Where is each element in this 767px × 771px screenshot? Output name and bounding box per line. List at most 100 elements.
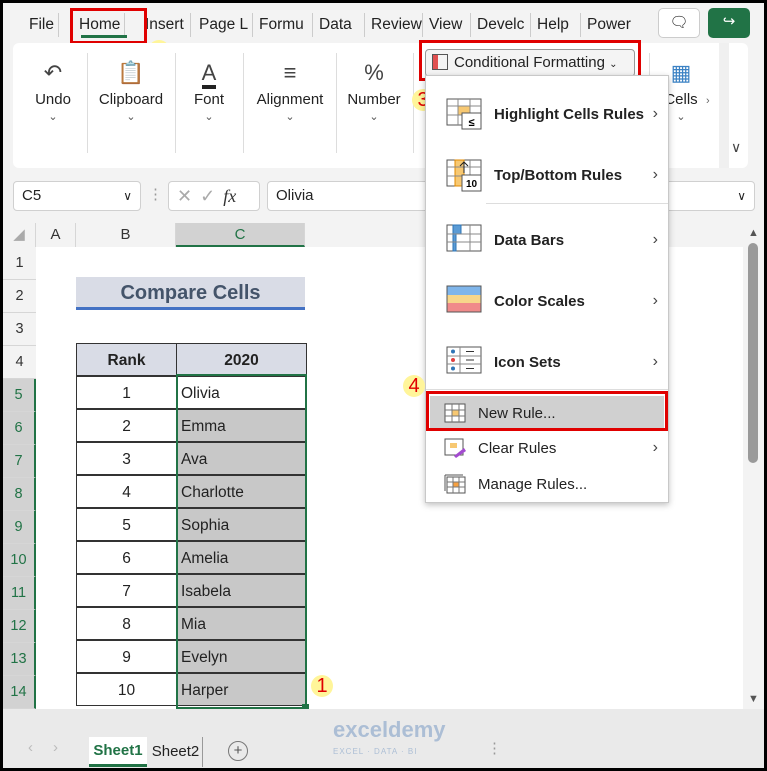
menu-label: Highlight Cells Rules [494,105,645,123]
scrollbar-thumb[interactable] [748,243,758,463]
row-header[interactable]: 2 [3,280,36,313]
menu-item-top-bottom-rules[interactable]: 10 Top/Bottom Rules › [426,155,668,195]
comment-icon: 🗨 [669,14,689,31]
undo-icon: ↶ [43,60,63,85]
formula-value: Olivia [276,187,314,204]
svg-text:≤: ≤ [468,117,474,129]
icon-sets-icon [446,346,482,374]
rank-cell[interactable]: 6 [76,541,177,574]
top-bottom-icon: 10 [446,159,482,192]
expand-formula-icon[interactable]: ∨ [737,182,746,210]
menu-label: Color Scales [494,292,585,310]
menu-item-highlight-cells-rules[interactable]: ≤ Highlight Cells Rules › [426,94,668,134]
ribbon-scroll-right-icon[interactable]: › [706,95,710,107]
tab-file[interactable]: File [25,13,59,37]
sheet-tab-sheet2[interactable]: Sheet2 [149,737,203,767]
undo-label: Undo [35,91,71,108]
exceldemy-watermark: exceldemy EXCEL · DATA · BI [333,717,446,757]
prev-sheet-icon[interactable]: ‹ [28,739,33,756]
tab-data[interactable]: Data [315,13,365,37]
row-header[interactable]: 13 [3,643,36,676]
row-header[interactable]: 14 [3,676,36,709]
alignment-button[interactable]: ≡ Alignment ⌄ [249,55,331,123]
sheet-tab-sheet1[interactable]: Sheet1 [89,737,147,767]
rank-cell[interactable]: 10 [76,673,177,706]
insert-function-icon[interactable]: fx [223,186,236,206]
sheet-title: Compare Cells [76,277,305,310]
add-sheet-button[interactable]: + [228,741,248,761]
rank-cell[interactable]: 1 [76,376,177,409]
row-header[interactable]: 10 [3,544,36,577]
tab-developer[interactable]: Develc [473,13,531,37]
next-sheet-icon[interactable]: › [53,739,58,756]
name-box-value: C5 [22,187,42,204]
sheet-tab-bar: ‹ › Sheet1 Sheet2 exceldemy EXCEL · DATA … [3,709,764,768]
header-cell-rank[interactable]: Rank [76,343,177,376]
color-scales-icon [446,285,482,313]
rank-cell[interactable]: 3 [76,442,177,475]
conditional-formatting-menu: ≤ Highlight Cells Rules › 10 Top/Bottom Rul… [425,75,669,503]
cancel-icon[interactable]: ✕ [177,186,200,206]
data-bars-icon [446,224,482,252]
menu-label: Icon Sets [494,353,561,371]
number-label: Number [347,91,401,108]
step-4-badge: 4 [403,375,425,397]
name-box[interactable]: C5 ∨ [13,181,141,211]
align-icon: ≡ [283,60,297,85]
font-button[interactable]: A Font ⌄ [179,55,239,123]
rank-cell[interactable]: 2 [76,409,177,442]
vertical-scrollbar[interactable]: ▲ ▼ [743,225,764,709]
clipboard-button[interactable]: 📋 Clipboard ⌄ [91,55,171,123]
rank-cell[interactable]: 9 [76,640,177,673]
tab-formulas[interactable]: Formu [255,13,313,37]
row-header[interactable]: 3 [3,313,36,346]
row-header[interactable]: 5 [3,379,36,412]
menu-label: Manage Rules... [478,475,588,493]
rank-cell[interactable]: 8 [76,607,177,640]
tab-page-layout[interactable]: Page L [195,13,253,37]
tab-review[interactable]: Review [367,13,423,37]
column-header-b[interactable]: B [76,223,176,247]
column-header-a[interactable]: A [36,223,76,247]
row-header[interactable]: 11 [3,577,36,610]
scroll-down-icon[interactable]: ▼ [748,693,759,705]
tab-insert[interactable]: Insert [141,13,191,37]
rank-cell[interactable]: 4 [76,475,177,508]
undo-button[interactable]: ↶ Undo ⌄ [23,55,83,123]
tab-power[interactable]: Power [583,13,643,37]
comments-button[interactable]: 🗨 [658,8,700,38]
enter-icon[interactable]: ✓ [200,186,223,206]
row-header[interactable]: 7 [3,445,36,478]
menu-item-color-scales[interactable]: Color Scales › [426,281,668,321]
menu-item-data-bars[interactable]: Data Bars › [426,220,668,260]
rank-cell[interactable]: 7 [76,574,177,607]
row-header[interactable]: 8 [3,478,36,511]
row-header[interactable]: 6 [3,412,36,445]
excel-window: File Home Insert Page L Formu Data Revie… [3,3,764,768]
more-options-icon[interactable]: ⋮ [487,739,502,757]
menu-item-icon-sets[interactable]: Icon Sets › [426,342,668,382]
percent-icon: % [364,60,384,85]
clipboard-icon: 📋 [117,60,145,85]
clipboard-label: Clipboard [98,91,164,108]
share-button[interactable]: ↪ [708,8,750,38]
menu-item-clear-rules[interactable]: Clear Rules › [426,430,668,466]
ribbon-divider [719,43,729,168]
row-header[interactable]: 1 [3,247,36,280]
tab-help[interactable]: Help [533,13,581,37]
row-header[interactable]: 4 [3,346,36,379]
row-header[interactable]: 9 [3,511,36,544]
select-all-button[interactable]: ◢ [3,223,36,247]
scroll-up-icon[interactable]: ▲ [748,227,759,239]
tab-view[interactable]: View [425,13,471,37]
menu-item-manage-rules[interactable]: Manage Rules... [426,466,668,502]
header-cell-2020[interactable]: 2020 [176,343,307,376]
column-header-c[interactable]: C [176,223,305,247]
row-header[interactable]: 12 [3,610,36,643]
number-button[interactable]: % Number ⌄ [343,55,405,123]
expand-ribbon-icon[interactable]: ∨ [731,139,741,156]
rank-cell[interactable]: 5 [76,508,177,541]
step-4-highlight [426,391,668,431]
menu-label: Data Bars [494,231,565,249]
menu-label: Clear Rules [478,439,557,457]
